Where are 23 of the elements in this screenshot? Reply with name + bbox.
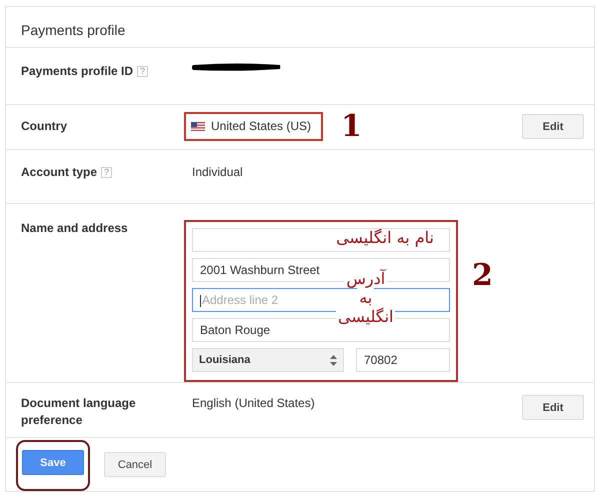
row-label: Payments profile ID	[21, 63, 134, 80]
updown-icon	[330, 354, 337, 366]
zip-field[interactable]: 70802	[356, 348, 450, 372]
state-dropdown[interactable]: Louisiana	[192, 348, 344, 372]
annotation-note: آدرس	[344, 269, 388, 288]
annotation-number: 2	[472, 258, 493, 294]
row-label: Name and address	[21, 220, 128, 238]
row-label: Document language preference	[21, 395, 137, 430]
cancel-button[interactable]: Cancel	[104, 452, 166, 477]
row-value: English (United States)	[192, 396, 315, 410]
annotation-note: نام به انگلیسی	[336, 229, 434, 248]
input-field[interactable]	[192, 228, 450, 252]
edit-button[interactable]: Edit	[522, 114, 584, 140]
annotation-note: به	[357, 288, 374, 308]
edit-button[interactable]: Edit	[522, 395, 584, 420]
annotation-number: 1	[341, 109, 362, 144]
row-value: Individual	[192, 165, 243, 180]
flag-icon	[191, 122, 205, 132]
row-label: Country	[21, 118, 67, 136]
row-label: Account type	[21, 164, 98, 182]
country-value: United States (US)	[211, 118, 312, 136]
page-title: Payments profile	[6, 7, 594, 48]
annotation-note: انگلیسی	[336, 307, 396, 326]
